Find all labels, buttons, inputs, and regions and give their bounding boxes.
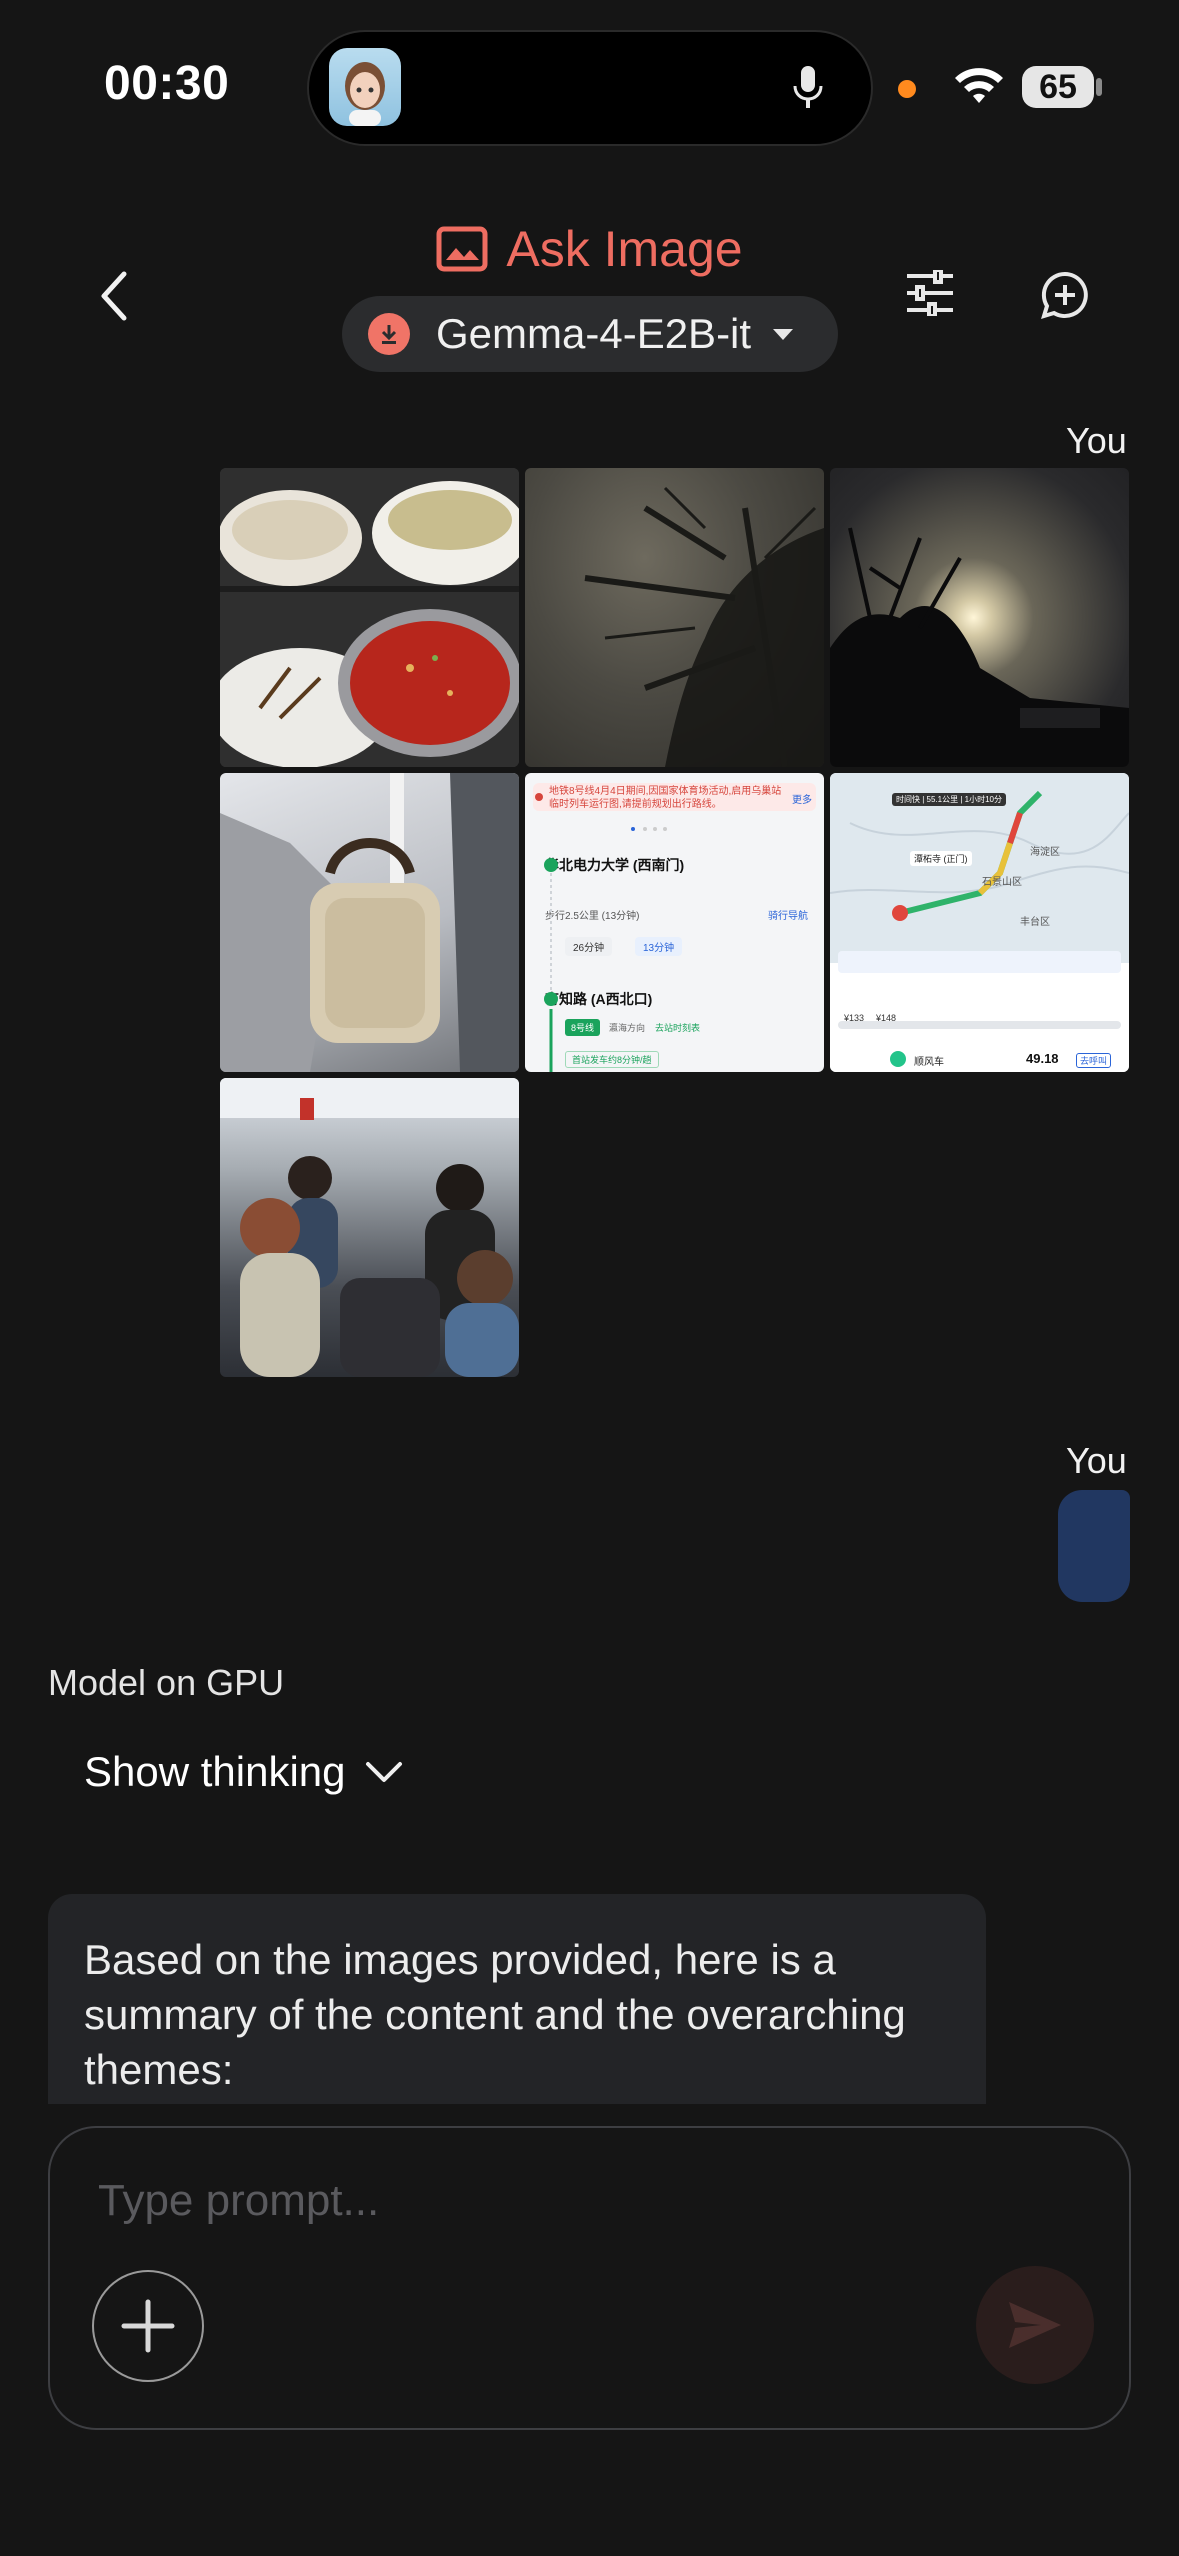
map-tag-1: ¥133	[844, 1013, 865, 1023]
route-next-train: 首站发车约8分钟/趟	[565, 1051, 659, 1068]
user-message-bubble[interactable]	[1058, 1490, 1130, 1602]
image-thumbnail-map-screenshot[interactable]: 时间快 | 55.1公里 | 1小时10分 潭柘寺 (正门) 海淀区 石景山区 …	[830, 773, 1129, 1072]
prompt-input[interactable]	[96, 2170, 1000, 2232]
image-thumbnail-subway-crowd[interactable]	[220, 1078, 519, 1377]
route-bike-nav[interactable]: 骑行导航	[768, 907, 808, 922]
sender-label: You	[1066, 1440, 1127, 1481]
model-status-label: Model on GPU	[48, 1662, 285, 1703]
image-thumbnail-bag[interactable]	[220, 773, 519, 1072]
download-icon	[368, 313, 410, 355]
map-destination: 潭柘寺 (正门)	[910, 851, 972, 866]
prompt-composer	[48, 2126, 1131, 2430]
image-thumbnail-route-screenshot[interactable]: 地铁8号线4月4日期间,因国家体育场活动,启用乌巢站临时列车运行图,请提前规划出…	[525, 773, 824, 1072]
route-direction: 瀛海方向	[609, 1023, 646, 1033]
battery-tip	[1096, 78, 1102, 96]
map-eta: 时间快 | 55.1公里 | 1小时10分	[892, 793, 1006, 806]
new-chat-icon[interactable]	[1040, 270, 1090, 325]
route-chip-1: 26分钟	[565, 937, 613, 956]
title-text: Ask Image	[506, 221, 743, 277]
map-price: 49.18	[1026, 1051, 1059, 1066]
route-alert: 地铁8号线4月4日期间,因国家体育场活动,启用乌巢站临时列车运行图,请提前规划出…	[533, 783, 816, 811]
status-time: 00:30	[104, 57, 230, 110]
privacy-indicator-icon	[898, 80, 916, 98]
image-thumbnail-moon[interactable]	[830, 468, 1129, 767]
battery-indicator: 65	[1022, 66, 1094, 108]
model-selector[interactable]: Gemma-4-E2B-it	[342, 296, 838, 372]
send-button[interactable]	[976, 2266, 1094, 2384]
show-thinking-label: Show thinking	[84, 1748, 346, 1795]
settings-sliders-icon[interactable]	[905, 268, 955, 321]
map-call-button[interactable]: 去呼叫	[1076, 1053, 1112, 1068]
route-timetable[interactable]: 去站时刻表	[655, 1021, 700, 1034]
route-line: 8号线	[565, 1019, 601, 1036]
image-icon	[436, 226, 488, 272]
wifi-icon	[953, 64, 1005, 111]
map-label-3: 丰台区	[1020, 917, 1050, 928]
model-response-text: Based on the images provided, here is a …	[84, 1936, 906, 2093]
send-icon	[1009, 2302, 1061, 2348]
map-label-2: 石景山区	[982, 877, 1022, 888]
plus-icon	[121, 2299, 175, 2353]
avatar[interactable]	[329, 48, 401, 126]
map-tag-2: ¥148	[876, 1013, 897, 1023]
route-walk: 步行2.5公里 (13分钟)	[545, 911, 640, 922]
chevron-down-icon	[365, 1762, 402, 1782]
microphone-icon	[790, 64, 826, 117]
screen-title: Ask Image	[0, 220, 1179, 278]
route-end-stop: 育知路 (A西北口)	[545, 991, 653, 1007]
route-chip-2: 13分钟	[635, 937, 683, 956]
model-response: Based on the images provided, here is a …	[48, 1894, 986, 2104]
sender-label: You	[1066, 420, 1127, 461]
model-name: Gemma-4-E2B-it	[436, 310, 752, 357]
add-attachment-button[interactable]	[92, 2270, 204, 2382]
map-car-type: 顺风车	[914, 1057, 944, 1068]
map-label-1: 海淀区	[1030, 847, 1060, 858]
chevron-down-icon	[773, 328, 794, 340]
route-alert-more[interactable]: 更多	[792, 791, 812, 806]
image-thumbnail-food[interactable]	[220, 468, 519, 767]
image-thumbnail-tree[interactable]	[525, 468, 824, 767]
back-button[interactable]	[96, 270, 132, 327]
show-thinking-toggle[interactable]: Show thinking	[84, 1748, 404, 1796]
route-start-stop: 华北电力大学 (西南门)	[545, 857, 685, 873]
